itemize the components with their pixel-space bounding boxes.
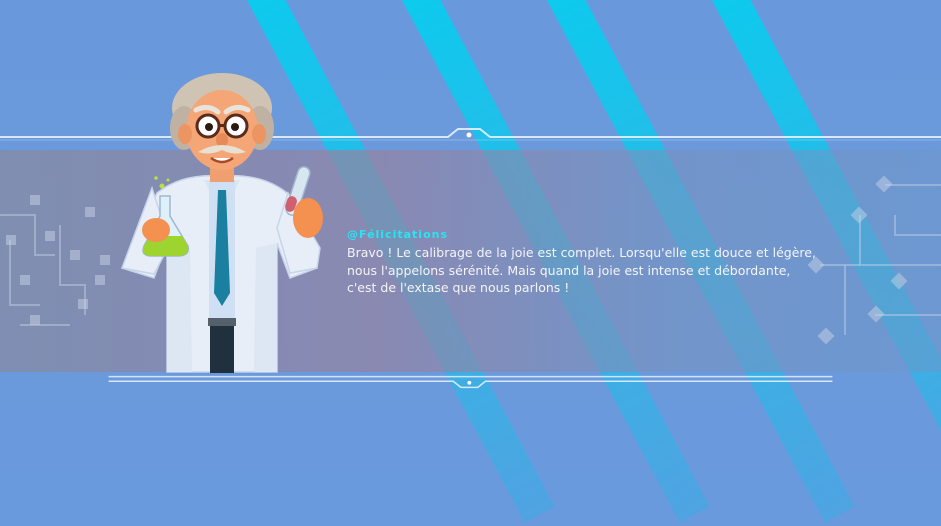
dialog-box: @Félicitations Bravo ! Le calibrage de l… [347, 228, 817, 297]
circuit-right-decoration [807, 175, 941, 345]
bottom-rail [108, 375, 833, 389]
dialog-message: Bravo ! Le calibrage de la joie est comp… [347, 245, 816, 295]
speaker-name: @Félicitations [347, 228, 449, 241]
scientist-character [120, 73, 323, 373]
circuit-left-decoration [0, 195, 110, 326]
